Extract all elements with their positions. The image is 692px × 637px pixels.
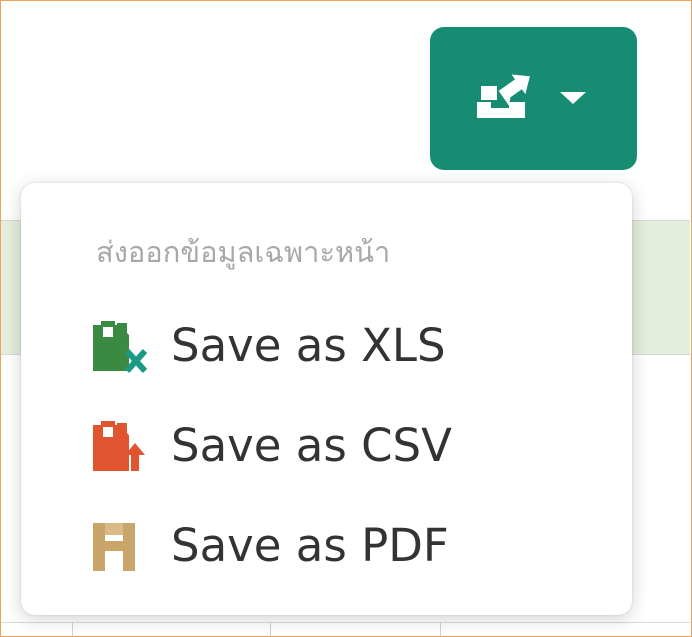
pdf-file-icon — [93, 523, 135, 571]
table-column-line — [440, 622, 441, 636]
caret-down-icon — [560, 92, 586, 104]
save-as-xls-item[interactable]: Save as XLS — [91, 313, 561, 383]
export-icon — [477, 74, 530, 118]
export-button[interactable] — [430, 27, 637, 170]
table-divider — [1, 622, 690, 623]
save-as-pdf-item[interactable]: Save as PDF — [91, 513, 561, 583]
save-as-csv-item[interactable]: Save as CSV — [91, 413, 561, 483]
table-column-line — [72, 622, 73, 636]
save-as-xls-label: Save as XLS — [171, 319, 446, 372]
csv-file-icon — [93, 421, 145, 471]
save-as-pdf-label: Save as PDF — [171, 519, 449, 572]
export-dropdown-menu: ส่งออกข้อมูลเฉพาะหน้า Save as XLS Save a… — [21, 183, 632, 615]
save-as-csv-label: Save as CSV — [171, 419, 452, 472]
dropdown-header: ส่งออกข้อมูลเฉพาะหน้า — [96, 235, 391, 269]
xls-file-icon — [93, 321, 147, 373]
table-column-line — [270, 622, 271, 636]
